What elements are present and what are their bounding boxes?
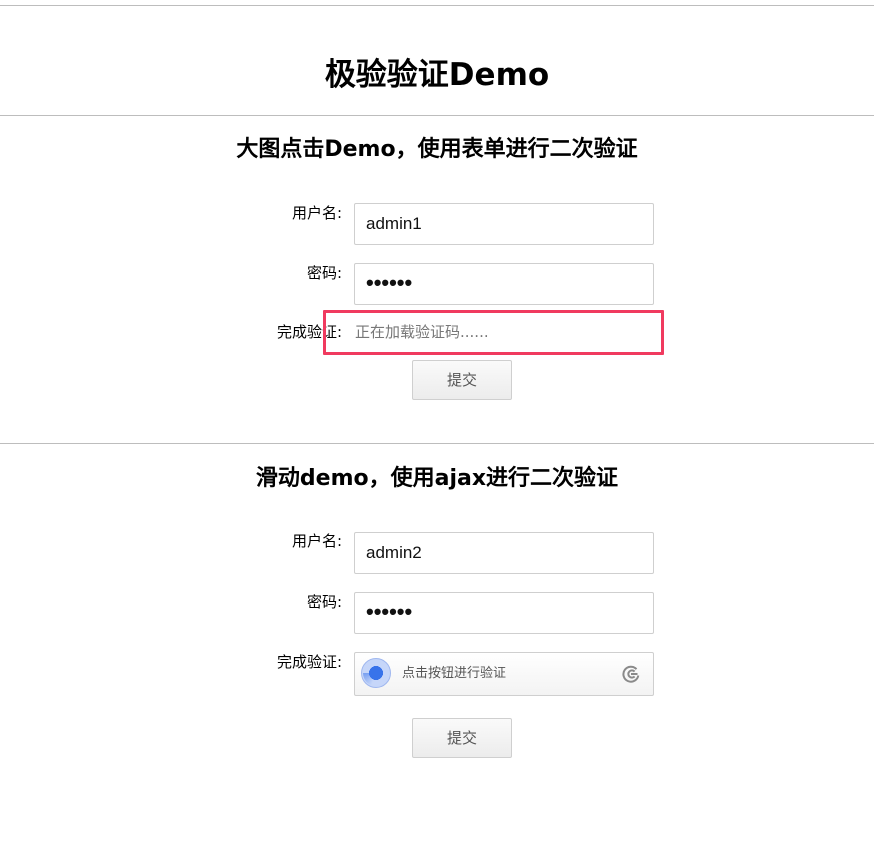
- section2-password-label: 密码:: [306, 593, 342, 611]
- section2-captcha-label: 完成验证:: [276, 653, 342, 671]
- section2-submit-button[interactable]: 提交: [412, 718, 512, 758]
- geetest-radar-icon: [361, 658, 391, 688]
- section1-password-label: 密码:: [306, 264, 342, 282]
- section2-username-label: 用户名:: [291, 532, 342, 550]
- section-divider: [0, 443, 874, 444]
- geetest-prompt-text: 点击按钮进行验证: [402, 666, 507, 681]
- title-divider: [0, 115, 874, 116]
- section1-submit-button[interactable]: 提交: [412, 360, 512, 400]
- geetest-captcha-button[interactable]: 点击按钮进行验证: [354, 652, 654, 696]
- top-divider: [0, 5, 874, 6]
- section2-username-input[interactable]: admin2: [354, 532, 654, 574]
- section2-title: 滑动demo，使用ajax进行二次验证: [255, 466, 619, 491]
- captcha-loading-text: 正在加载验证码......: [355, 323, 489, 341]
- section1-username-input[interactable]: admin1: [354, 203, 654, 245]
- geetest-logo-icon: [622, 665, 640, 683]
- section1-title: 大图点击Demo，使用表单进行二次验证: [236, 137, 638, 162]
- page-title: 极验验证Demo: [324, 57, 550, 93]
- section2-password-input[interactable]: ••••••: [354, 592, 654, 634]
- section1-username-label: 用户名:: [291, 204, 342, 222]
- section1-password-input[interactable]: ••••••: [354, 263, 654, 305]
